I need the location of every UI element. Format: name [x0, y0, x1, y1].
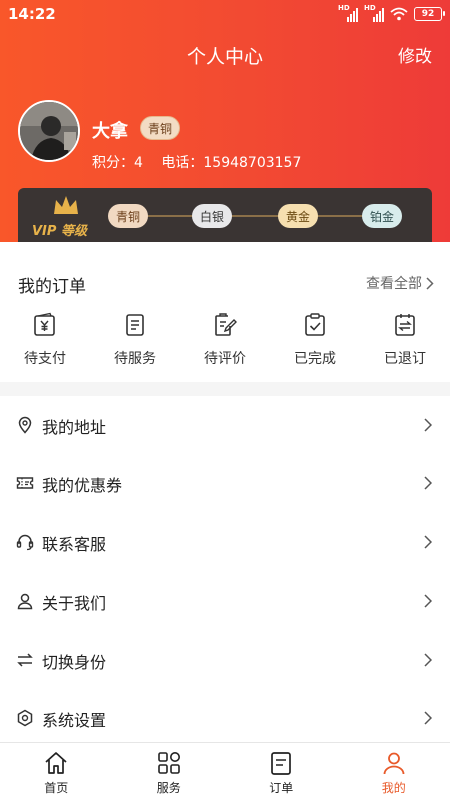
user-meta: 积分：4 电话：15948703157 — [92, 152, 315, 172]
order-status-label: 已完成 — [294, 351, 336, 367]
chevron-right-icon — [424, 711, 432, 725]
view-all-orders-link[interactable]: 查看全部 — [366, 273, 434, 293]
menu-item-switch-identity[interactable]: 切换身份 — [0, 631, 450, 689]
menu-item-coupons[interactable]: 我的优惠券 — [0, 454, 450, 512]
switch-arrows-icon — [17, 653, 33, 667]
settings-menu: 我的地址 我的优惠券 联系客服 关于我们 切换身份 系统设置 — [0, 396, 450, 742]
tab-label: 服务 — [156, 781, 181, 795]
vip-level-platinum: 铂金 — [362, 204, 403, 228]
view-all-label: 查看全部 — [366, 276, 422, 292]
chevron-right-icon — [426, 276, 434, 290]
order-status-label: 已退订 — [384, 351, 426, 367]
vip-level-silver: 白银 — [192, 204, 233, 228]
order-status-label: 待服务 — [114, 351, 156, 367]
menu-item-label: 我的优惠券 — [42, 476, 123, 495]
tab-mine[interactable]: 我的 — [338, 743, 450, 800]
my-orders-section: 我的订单 查看全部 待支付 待服务 待评价 已完成 已退订 — [0, 242, 450, 382]
menu-item-label: 联系客服 — [42, 535, 107, 554]
location-pin-icon — [18, 416, 32, 434]
person-icon — [17, 593, 33, 610]
menu-item-label: 系统设置 — [42, 711, 107, 730]
order-status-pending-service[interactable]: 待服务 — [90, 312, 180, 368]
user-level-badge: 青铜 — [140, 116, 181, 140]
bottom-tab-bar: 首页 服务 订单 我的 — [0, 742, 450, 800]
order-list-icon — [271, 752, 291, 775]
menu-item-system-settings[interactable]: 系统设置 — [0, 689, 450, 747]
order-status-pending-review[interactable]: 待评价 — [180, 312, 270, 368]
tab-home[interactable]: 首页 — [0, 743, 113, 800]
battery-icon: 92 — [414, 7, 445, 21]
order-status-label: 待支付 — [24, 351, 66, 367]
page-title: 个人中心 — [186, 46, 263, 68]
tab-services[interactable]: 服务 — [113, 743, 226, 800]
wifi-icon — [390, 7, 408, 21]
profile-header: 14:22 HD HD 92 个人中心 修改 大拿 青铜 积分：4 电话：159… — [0, 0, 450, 260]
menu-item-label: 我的地址 — [42, 418, 107, 437]
chevron-right-icon — [424, 476, 432, 490]
vip-card: VIP 等级 青铜 白银 黄金 铂金 — [18, 188, 432, 242]
menu-item-label: 关于我们 — [42, 594, 107, 613]
chevron-right-icon — [424, 418, 432, 432]
chevron-right-icon — [424, 594, 432, 608]
wallet-yen-icon — [34, 312, 55, 336]
menu-item-customer-service[interactable]: 联系客服 — [0, 513, 450, 571]
order-status-pending-payment[interactable]: 待支付 — [0, 312, 90, 368]
tab-label: 订单 — [269, 781, 294, 795]
crown-icon — [54, 196, 78, 214]
orders-title: 我的订单 — [18, 277, 86, 297]
tab-orders[interactable]: 订单 — [225, 743, 338, 800]
signal-icon: HD — [364, 4, 384, 22]
profile-icon — [383, 752, 404, 775]
vip-level-gold: 黄金 — [278, 204, 319, 228]
vip-progress-track — [125, 215, 395, 217]
signal-icon: HD — [338, 4, 358, 22]
vip-level-bronze: 青铜 — [108, 204, 149, 228]
username: 大拿 — [92, 121, 128, 142]
status-bar: 14:22 HD HD 92 — [0, 0, 450, 28]
refund-icon — [395, 314, 415, 336]
order-status-refunded[interactable]: 已退订 — [360, 312, 450, 368]
document-icon — [126, 314, 144, 336]
menu-item-address[interactable]: 我的地址 — [0, 396, 450, 454]
order-status-label: 待评价 — [204, 351, 246, 367]
chevron-right-icon — [424, 653, 432, 667]
coupon-icon — [16, 477, 34, 489]
settings-hexagon-icon — [17, 709, 33, 727]
vip-logo: VIP 等级 — [32, 194, 112, 239]
menu-item-label: 切换身份 — [42, 653, 107, 672]
grid-icon — [157, 752, 180, 774]
headset-icon — [16, 534, 34, 551]
edit-document-icon — [215, 313, 237, 336]
avatar[interactable] — [18, 100, 80, 162]
points-text: 积分：4 — [92, 155, 143, 171]
tab-label: 首页 — [44, 781, 69, 795]
status-time: 14:22 — [8, 5, 56, 23]
tab-label: 我的 — [381, 781, 406, 795]
menu-item-about-us[interactable]: 关于我们 — [0, 572, 450, 630]
clipboard-check-icon — [305, 313, 325, 336]
phone-text: 电话：15948703157 — [161, 155, 302, 171]
vip-label: VIP 等级 — [32, 224, 87, 239]
edit-button[interactable]: 修改 — [398, 42, 432, 67]
chevron-right-icon — [424, 535, 432, 549]
home-icon — [45, 752, 67, 774]
order-status-completed[interactable]: 已完成 — [270, 312, 360, 368]
status-icons: HD HD 92 — [338, 4, 445, 22]
